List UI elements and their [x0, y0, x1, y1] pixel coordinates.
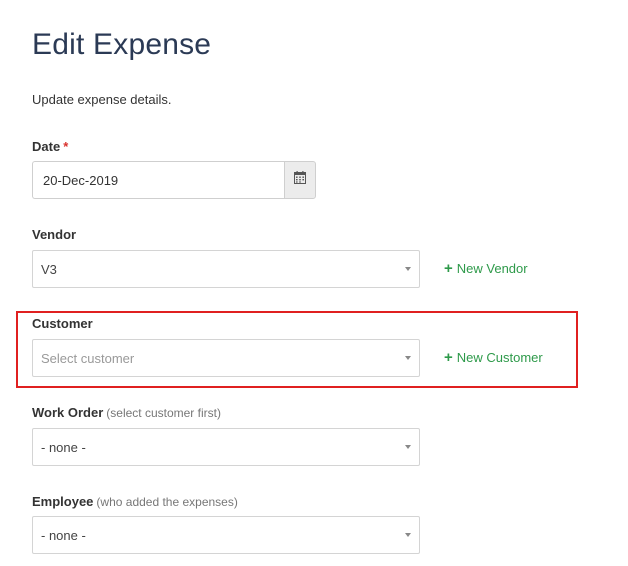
vendor-select-value: V3 — [41, 261, 57, 277]
date-label: Date * — [32, 139, 68, 154]
work-order-select-value: - none - — [41, 439, 86, 455]
employee-label-text: Employee — [32, 494, 94, 509]
customer-select-placeholder: Select customer — [41, 350, 135, 366]
page-subtitle: Update expense details. — [32, 92, 172, 107]
plus-icon: + — [444, 349, 453, 366]
date-picker-button[interactable] — [284, 161, 316, 199]
new-vendor-label: New Vendor — [456, 261, 528, 276]
work-order-select[interactable]: - none - — [32, 428, 420, 466]
customer-select[interactable]: Select customer — [32, 339, 420, 377]
work-order-hint: (select customer first) — [106, 406, 221, 420]
work-order-label: Work Order (select customer first) — [32, 405, 221, 420]
vendor-select[interactable]: V3 — [32, 250, 420, 288]
chevron-down-icon — [405, 445, 411, 449]
date-label-text: Date — [32, 139, 61, 154]
employee-label: Employee (who added the expenses) — [32, 494, 238, 509]
date-input[interactable] — [32, 161, 284, 199]
chevron-down-icon — [405, 533, 411, 537]
employee-select[interactable]: - none - — [32, 516, 420, 554]
page-title: Edit Expense — [32, 28, 212, 61]
employee-hint: (who added the expenses) — [96, 495, 238, 509]
chevron-down-icon — [405, 356, 411, 360]
vendor-label: Vendor — [32, 227, 77, 242]
work-order-label-text: Work Order — [32, 405, 104, 420]
employee-select-value: - none - — [41, 527, 86, 543]
new-vendor-link[interactable]: + New Vendor — [444, 261, 528, 276]
new-customer-link[interactable]: + New Customer — [444, 350, 543, 365]
customer-label: Customer — [32, 316, 93, 331]
plus-icon: + — [444, 260, 453, 277]
date-picker — [32, 161, 316, 199]
new-customer-label: New Customer — [456, 350, 543, 365]
calendar-icon — [294, 171, 306, 189]
required-mark: * — [63, 139, 69, 154]
chevron-down-icon — [405, 267, 411, 271]
